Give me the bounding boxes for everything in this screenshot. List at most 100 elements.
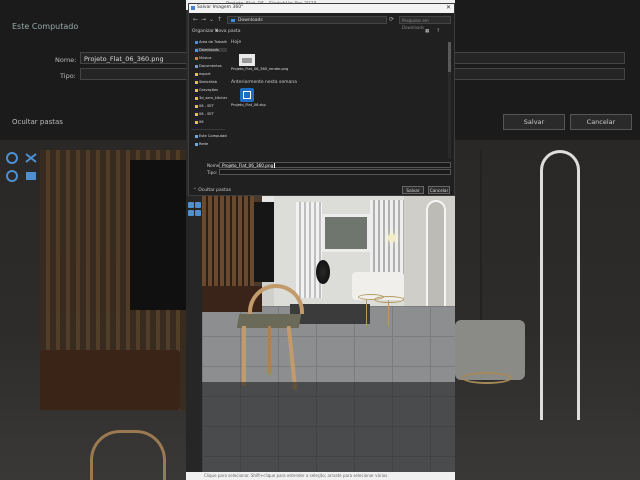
- nav-item[interactable]: 06 - SET: [195, 112, 227, 116]
- organize-button[interactable]: Organizar ▾: [192, 29, 218, 34]
- background-table: [40, 350, 180, 410]
- up-arrow-icon[interactable]: ↑: [217, 16, 222, 24]
- status-text: Clique para selecionar. Shift+clique par…: [204, 473, 389, 478]
- orbit-tool-icon[interactable]: [188, 202, 194, 208]
- file-name: Projeto_Flat_06_360_render.png: [231, 67, 289, 71]
- nav-item[interactable]: Este Computador: [195, 134, 227, 138]
- file-item[interactable]: Projeto_Flat_06.skp: [231, 88, 266, 107]
- hide-folders-label: Ocultar pastas: [198, 188, 231, 193]
- side-table-large: [374, 296, 404, 303]
- dialog-nav-bar: ← → ⌄ ↑ Downloads ⟳ Pesquisar em Downloa…: [189, 14, 454, 30]
- folder-icon: [195, 96, 198, 100]
- group-header-recent[interactable]: Anteriormente nesta semana: [231, 80, 297, 85]
- pan-tool-icon[interactable]: [195, 202, 201, 208]
- nav-item-label: Este Computador: [199, 134, 227, 138]
- nav-item-label: 3d_sem_kitchen: [199, 96, 227, 100]
- cancel-button[interactable]: Cancelar: [428, 186, 450, 194]
- nav-item-label: 06 - SET: [199, 104, 214, 108]
- nav-item-label: 06: [199, 120, 204, 124]
- help-icon[interactable]: ?: [437, 29, 439, 34]
- walk-tool-icon[interactable]: [195, 210, 201, 216]
- file-name-value: Projeto_Flat_06_360.png: [222, 163, 274, 168]
- nav-item[interactable]: 06: [195, 120, 227, 124]
- nav-item-label: 06 - SET: [199, 112, 214, 116]
- vertical-scrollbar[interactable]: [448, 42, 451, 158]
- chevron-down-icon[interactable]: ⌄: [209, 16, 214, 24]
- background-chair: [90, 430, 166, 480]
- background-hide-folders: Ocultar pastas: [12, 118, 63, 126]
- nav-item[interactable]: Gravações: [195, 88, 227, 92]
- nav-item[interactable]: Música: [195, 56, 227, 60]
- background-sofa: [455, 320, 525, 380]
- folder-icon: [195, 112, 198, 116]
- background-save-button: Salvar: [503, 114, 565, 130]
- nav-item[interactable]: 3d_sem_kitchen: [195, 96, 227, 100]
- nav-item[interactable]: Rede: [195, 142, 227, 146]
- folder-icon: [195, 120, 198, 124]
- folder-icon: [195, 72, 198, 76]
- background-tv-panel: [130, 160, 190, 310]
- type-label: Tipo:: [207, 170, 218, 175]
- dialog-title: Salvar Imagem 360°: [197, 5, 244, 10]
- dialog-toolbar: Organizar ▾ Nova pasta ▦ ?: [189, 28, 454, 37]
- floor-lamp: [388, 234, 396, 242]
- nav-item[interactable]: Downloads: [195, 48, 227, 52]
- tv-panel: [254, 202, 274, 282]
- address-bar[interactable]: Downloads: [227, 16, 387, 24]
- address-path: Downloads: [238, 18, 263, 23]
- folder-icon: [195, 142, 198, 146]
- nav-item-label: Música: [199, 56, 212, 60]
- dialog-titlebar: Salvar Imagem 360° ✕: [189, 4, 454, 13]
- side-table-leg: [388, 300, 389, 326]
- nav-item[interactable]: Documentos: [195, 64, 227, 68]
- forward-arrow-icon[interactable]: →: [201, 16, 206, 24]
- 3d-viewport[interactable]: [202, 196, 455, 472]
- zoom-tool-icon[interactable]: [188, 210, 194, 216]
- floor-shadow: [202, 382, 455, 472]
- background-side-table: [462, 372, 512, 384]
- background-sidebar-title: Este Computado: [12, 22, 79, 31]
- text-caret: [274, 163, 275, 168]
- view-options-icon[interactable]: ▦: [425, 29, 429, 34]
- side-table-leg: [366, 300, 367, 326]
- save-button[interactable]: Salvar: [402, 186, 424, 194]
- folder-icon: [195, 48, 198, 52]
- refresh-icon[interactable]: ⟳: [389, 16, 394, 24]
- nav-item[interactable]: Sketchfab: [195, 80, 227, 84]
- file-name: Projeto_Flat_06.skp: [231, 103, 266, 107]
- background-name-value: Projeto_Flat_06_360.png: [84, 55, 164, 63]
- folder-icon: [195, 56, 198, 60]
- sketchup-file-icon: [240, 88, 254, 102]
- nav-item[interactable]: 06 - SET: [195, 104, 227, 108]
- folder-icon: [195, 104, 198, 108]
- folder-icon: [195, 80, 198, 84]
- image-thumbnail: [239, 54, 255, 66]
- dialog-bottom-panel: Nome: Projeto_Flat_06_360.png Tipo: ⌃ Oc…: [189, 160, 454, 196]
- nav-item-label: Sketchfab: [199, 80, 217, 84]
- search-input[interactable]: Pesquisar em Downloads: [399, 16, 451, 30]
- file-name-input[interactable]: Projeto_Flat_06_360.png: [219, 162, 451, 168]
- close-icon[interactable]: ✕: [446, 4, 451, 11]
- file-type-select[interactable]: [219, 169, 451, 175]
- plant: [316, 260, 330, 284]
- navigation-pane: Área de Trabalho Downloads Música Documento…: [191, 40, 227, 160]
- nav-item-label: Rede: [199, 142, 209, 146]
- chair-leg: [242, 326, 246, 386]
- file-item[interactable]: Projeto_Flat_06_360_render.png: [231, 54, 288, 71]
- nav-item-label: Área de Trabalho: [199, 40, 227, 44]
- background-arch-mirror: [540, 150, 580, 420]
- save-360-dialog: Salvar Imagem 360° ✕ ← → ⌄ ↑ Downloads ⟳…: [188, 3, 455, 196]
- group-header-today[interactable]: Hoje: [231, 40, 241, 45]
- curtain-left: [296, 202, 322, 298]
- nav-item[interactable]: Área de Trabalho: [195, 40, 227, 44]
- nav-item[interactable]: export: [195, 72, 227, 76]
- nav-separator: [191, 129, 225, 130]
- app-icon: [191, 6, 195, 10]
- folder-icon: [195, 134, 198, 138]
- nav-item-label: Downloads: [199, 48, 219, 52]
- new-folder-button[interactable]: Nova pasta: [215, 29, 240, 34]
- background-toolbar-icons: [6, 152, 37, 182]
- back-arrow-icon[interactable]: ←: [193, 16, 198, 24]
- window: [322, 214, 370, 252]
- hide-folders-toggle[interactable]: ⌃ Ocultar pastas: [193, 188, 231, 193]
